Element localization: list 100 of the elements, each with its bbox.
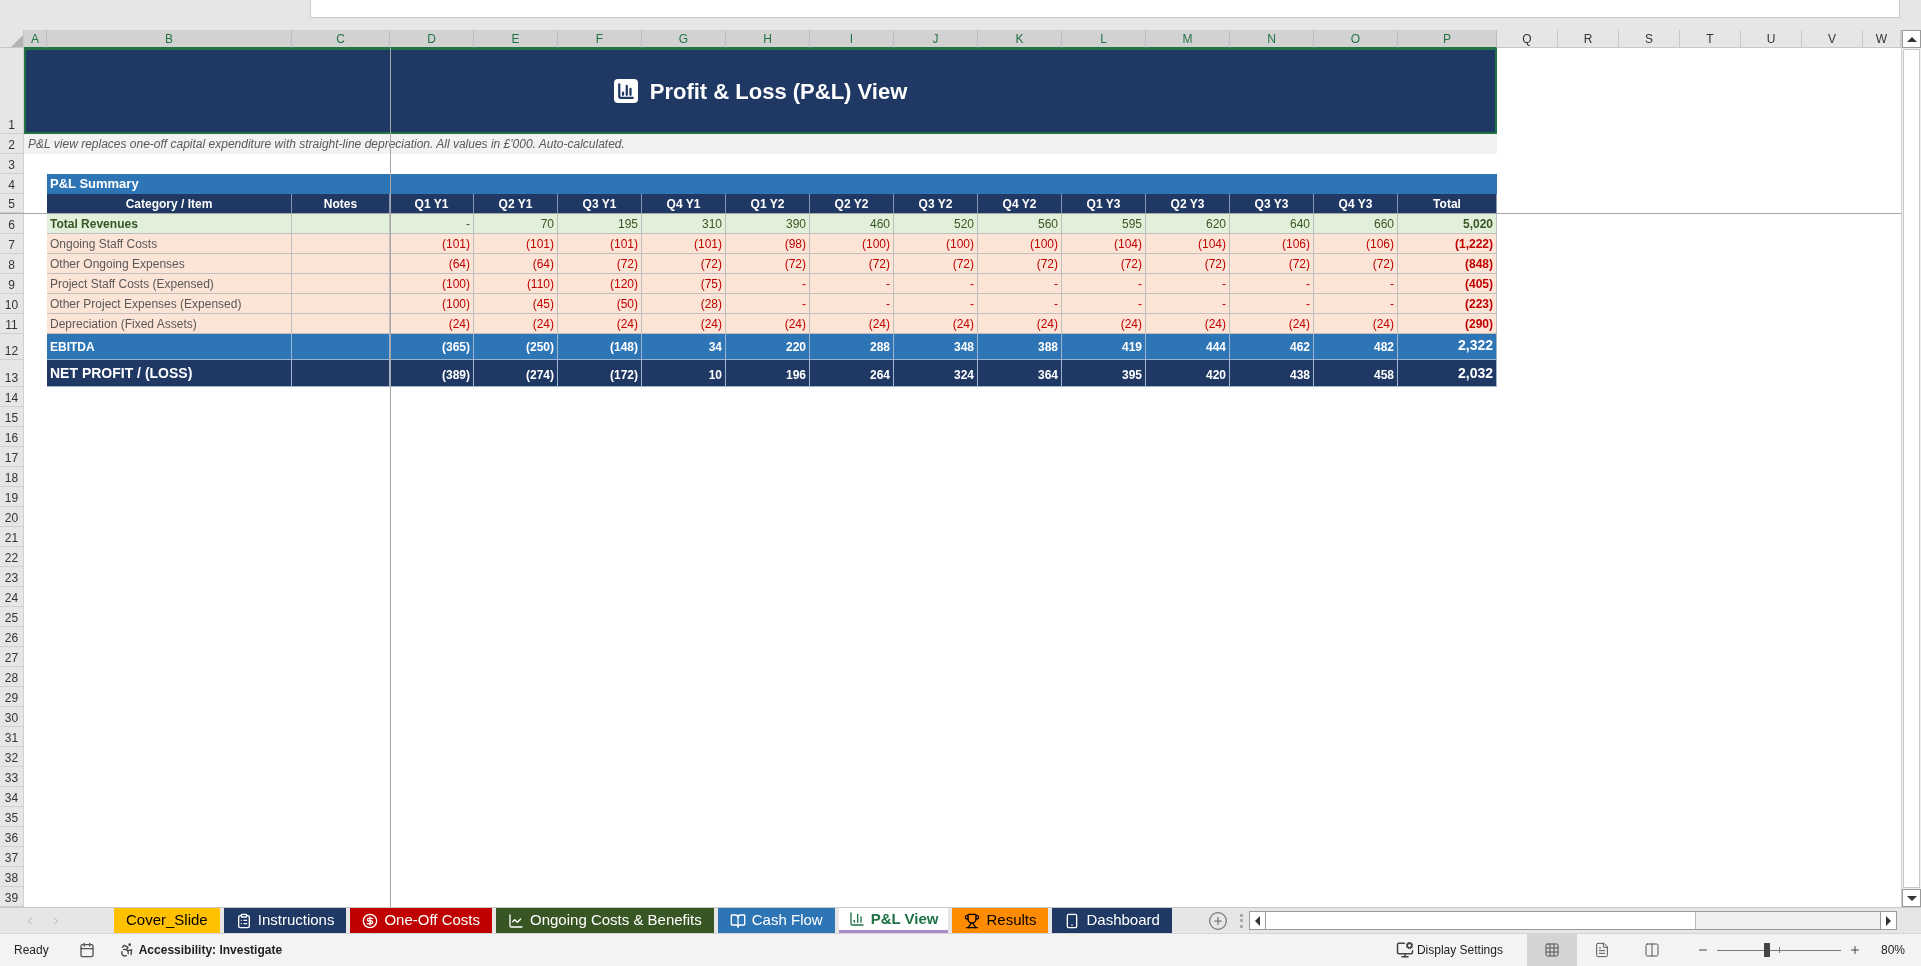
row-number: 17 [0, 447, 24, 467]
monitor-gear-icon [1395, 941, 1414, 959]
sheet-tab[interactable]: One-Off Costs [350, 908, 492, 933]
display-settings-button[interactable]: Display Settings [1395, 941, 1503, 959]
row-label: Other Project Expenses (Expensed) [47, 294, 292, 314]
zoom-in-icon[interactable] [1848, 944, 1861, 956]
row-number: 37 [0, 847, 24, 867]
column-letter[interactable]: V [1802, 30, 1863, 48]
column-letter[interactable]: F [558, 30, 642, 48]
table-cell: 324 [894, 360, 978, 387]
zoom-slider[interactable] [1716, 943, 1841, 957]
column-header: Q4 Y2 [978, 194, 1062, 213]
row-number: 23 [0, 567, 24, 587]
table-cell: (72) [642, 254, 726, 274]
column-letter[interactable]: A [24, 30, 47, 48]
table-cell: (50) [558, 294, 642, 314]
table-cell: (72) [1062, 254, 1146, 274]
table-cell: (100) [390, 294, 474, 314]
row-number: 6 [0, 214, 24, 234]
table-cell: - [726, 274, 810, 294]
row-number: 20 [0, 507, 24, 527]
table-cell: - [1062, 274, 1146, 294]
row-number: 5 [0, 194, 24, 213]
table-cell: (24) [474, 314, 558, 334]
column-letter[interactable]: K [978, 30, 1062, 48]
column-header: Q2 Y2 [810, 194, 894, 213]
sheet-tab[interactable]: Cash Flow [717, 908, 835, 933]
horizontal-scrollbar[interactable] [1248, 911, 1897, 930]
sheet-tab[interactable]: P&L View [838, 908, 949, 933]
table-cell: 264 [810, 360, 894, 387]
column-letter[interactable]: H [726, 30, 810, 48]
column-header: Total [1398, 194, 1497, 213]
normal-view-icon[interactable] [1526, 933, 1577, 966]
column-letter[interactable]: C [292, 30, 390, 48]
table-cell: (72) [1146, 254, 1230, 274]
accessibility-status[interactable]: Accessibility: Investigate [138, 941, 283, 959]
total-cell: 2,032 [1398, 360, 1497, 387]
bar-chart-icon [848, 911, 865, 927]
table-cell: (389) [390, 360, 474, 387]
column-letter[interactable]: N [1230, 30, 1314, 48]
row-number: 36 [0, 827, 24, 847]
table-cell: (24) [894, 314, 978, 334]
table-cell: (72) [558, 254, 642, 274]
column-letter[interactable]: T [1680, 30, 1741, 48]
table-cell: - [1230, 274, 1314, 294]
column-letter[interactable]: S [1619, 30, 1680, 48]
table-cell: 660 [1314, 214, 1398, 234]
row-number: 27 [0, 647, 24, 667]
table-cell: 462 [1230, 334, 1314, 360]
table-cell: (64) [390, 254, 474, 274]
accessibility-icon[interactable] [118, 942, 135, 958]
column-header: Q4 Y1 [642, 194, 726, 213]
column-letter[interactable]: G [642, 30, 726, 48]
column-header: Q3 Y1 [558, 194, 642, 213]
row-number: 9 [0, 274, 24, 294]
zoom-level[interactable]: 80% [1880, 941, 1905, 959]
sheet-tab[interactable]: Instructions [223, 908, 347, 933]
row-number: 10 [0, 294, 24, 314]
table-cell: 595 [1062, 214, 1146, 234]
row-number: 24 [0, 587, 24, 607]
sheet-tab[interactable]: Cover_Slide [114, 908, 220, 933]
row-label: Other Ongoing Expenses [47, 254, 292, 274]
column-letter[interactable]: E [474, 30, 558, 48]
sheet-tab[interactable]: Ongoing Costs & Benefits [496, 908, 714, 933]
column-letter[interactable]: M [1146, 30, 1230, 48]
zoom-thumb[interactable] [1763, 943, 1770, 957]
column-letter[interactable]: Q [1497, 30, 1558, 48]
column-letter[interactable]: L [1062, 30, 1146, 48]
trophy-icon [964, 912, 981, 929]
table-cell: - [726, 294, 810, 314]
column-header: Q3 Y3 [1230, 194, 1314, 213]
row-number: 13 [0, 360, 24, 387]
table-cell: (24) [810, 314, 894, 334]
sheet-tab[interactable]: Results [952, 908, 1049, 933]
formula-bar[interactable] [310, 0, 1900, 18]
table-cell: (72) [1230, 254, 1314, 274]
table-cell: 460 [810, 214, 894, 234]
column-letter[interactable]: J [894, 30, 978, 48]
title-banner[interactable]: Profit & Loss (P&L) View [24, 48, 1497, 134]
table-cell: (274) [474, 360, 558, 387]
column-letter[interactable]: B [47, 30, 292, 48]
column-letter[interactable]: R [1558, 30, 1619, 48]
table-cell: (104) [1146, 234, 1230, 254]
table-cell: (106) [1230, 234, 1314, 254]
column-letter[interactable]: O [1314, 30, 1398, 48]
scroll-up-button[interactable] [1902, 30, 1921, 48]
add-sheet-icon[interactable] [1207, 910, 1228, 931]
row-number: 1 [0, 48, 24, 134]
table-cell: 560 [978, 214, 1062, 234]
table-cell: - [810, 274, 894, 294]
sheet-tab[interactable]: Dashboard [1052, 908, 1172, 933]
table-cell: 438 [1230, 360, 1314, 387]
scroll-thumb[interactable] [1903, 49, 1920, 888]
column-letter[interactable]: U [1741, 30, 1802, 48]
column-letter[interactable]: D [390, 30, 474, 48]
splitter-handle[interactable] [1239, 913, 1243, 928]
scroll-down-button[interactable] [1902, 889, 1921, 907]
column-letter[interactable]: P [1398, 30, 1497, 48]
column-letter[interactable]: I [810, 30, 894, 48]
table-cell: 195 [558, 214, 642, 234]
